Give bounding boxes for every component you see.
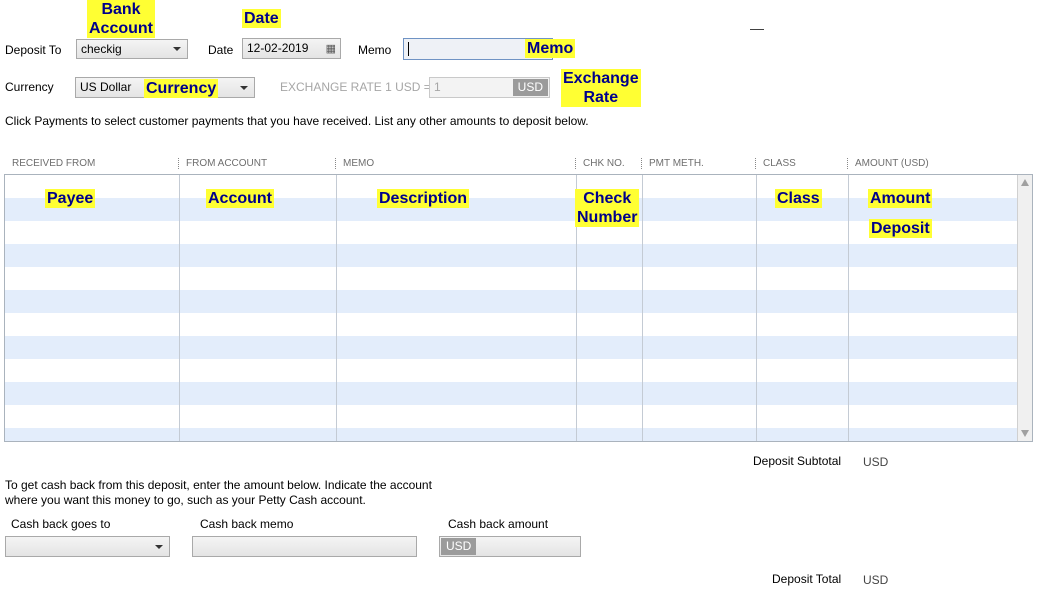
deposit-to-dropdown[interactable]: checkig (76, 39, 188, 59)
annotation-class: Class (775, 189, 822, 208)
annotation-deposit: Deposit (869, 219, 932, 238)
exchange-rate-label: EXCHANGE RATE 1 USD = (280, 80, 431, 94)
table-row[interactable] (5, 175, 1019, 198)
table-row[interactable] (5, 313, 1019, 336)
cashback-goes-to-dropdown[interactable] (5, 536, 170, 557)
col-header-received-from[interactable]: RECEIVED FROM (12, 158, 95, 169)
col-header-class[interactable]: CLASS (763, 158, 796, 169)
scroll-down-icon[interactable] (1021, 430, 1029, 437)
deposit-total-unit: USD (863, 573, 889, 587)
table-scrollbar[interactable] (1017, 175, 1032, 441)
annotation-exchange-rate: Exchange Rate (561, 69, 641, 107)
date-field[interactable]: 12-02-2019 ▦ (242, 38, 341, 59)
cashback-goes-to-label: Cash back goes to (11, 517, 111, 531)
exchange-rate-input: 1 USD (429, 77, 550, 98)
chevron-down-icon (155, 545, 163, 549)
col-separator[interactable] (178, 158, 179, 169)
deposit-to-value: checkig (81, 42, 122, 56)
column-divider (756, 175, 757, 441)
instructions-text: Click Payments to select customer paymen… (5, 114, 589, 128)
table-row[interactable] (5, 405, 1019, 428)
col-separator[interactable] (575, 158, 576, 169)
table-row[interactable] (5, 221, 1019, 244)
table-row[interactable] (5, 290, 1019, 313)
annotation-description: Description (377, 189, 470, 208)
minimize-icon[interactable]: — (750, 20, 764, 36)
col-header-chk-no[interactable]: CHK NO. (583, 158, 625, 169)
column-divider (336, 175, 337, 441)
column-divider (848, 175, 849, 441)
annotation-amount: Amount (868, 189, 933, 208)
table-row[interactable] (5, 198, 1019, 221)
annotation-account: Account (206, 189, 274, 208)
deposit-subtotal-label: Deposit Subtotal (753, 454, 842, 468)
cashback-note-line2: where you want this money to go, such as… (5, 493, 366, 507)
cashback-note-line1: To get cash back from this deposit, ente… (5, 478, 432, 492)
table-row[interactable] (5, 244, 1019, 267)
currency-label: Currency (5, 80, 54, 94)
deposit-lines-table[interactable] (4, 174, 1033, 442)
col-separator[interactable] (847, 158, 848, 169)
deposit-to-label: Deposit To (5, 43, 62, 57)
calendar-icon[interactable]: ▦ (326, 40, 336, 58)
cashback-amount-unit: USD (441, 538, 477, 555)
column-divider (179, 175, 180, 441)
exchange-rate-value: 1 (434, 80, 441, 94)
annotation-bank-account: Bank Account (87, 0, 155, 38)
scroll-up-icon[interactable] (1021, 179, 1029, 186)
annotation-date: Date (242, 9, 281, 28)
col-header-memo[interactable]: MEMO (343, 158, 374, 169)
table-row[interactable] (5, 382, 1019, 405)
table-row[interactable] (5, 359, 1019, 382)
cashback-memo-input[interactable] (192, 536, 417, 557)
cashback-amount-input[interactable]: USD (439, 536, 581, 557)
col-separator[interactable] (335, 158, 336, 169)
col-header-pmt-meth[interactable]: PMT METH. (649, 158, 704, 169)
cashback-amount-label: Cash back amount (448, 517, 549, 531)
text-cursor (408, 42, 409, 56)
col-separator[interactable] (641, 158, 642, 169)
annotation-memo: Memo (525, 39, 576, 58)
annotation-check-number: Check Number (575, 189, 640, 227)
chevron-down-icon (240, 86, 248, 90)
col-header-amount[interactable]: AMOUNT (USD) (855, 158, 929, 169)
col-header-from-account[interactable]: FROM ACCOUNT (186, 158, 267, 169)
deposit-subtotal-unit: USD (863, 455, 889, 469)
annotation-currency: Currency (144, 79, 219, 98)
table-row[interactable] (5, 428, 1019, 441)
date-label: Date (208, 43, 234, 57)
currency-value: US Dollar (80, 80, 132, 94)
col-separator[interactable] (755, 158, 756, 169)
memo-label: Memo (358, 43, 392, 57)
table-row[interactable] (5, 267, 1019, 290)
chevron-down-icon (173, 47, 181, 51)
date-value: 12-02-2019 (247, 41, 309, 55)
exchange-rate-unit: USD (512, 79, 548, 96)
cashback-memo-label: Cash back memo (200, 517, 294, 531)
column-divider (642, 175, 643, 441)
table-row[interactable] (5, 336, 1019, 359)
annotation-payee: Payee (45, 189, 96, 208)
deposit-total-label: Deposit Total (772, 572, 842, 586)
